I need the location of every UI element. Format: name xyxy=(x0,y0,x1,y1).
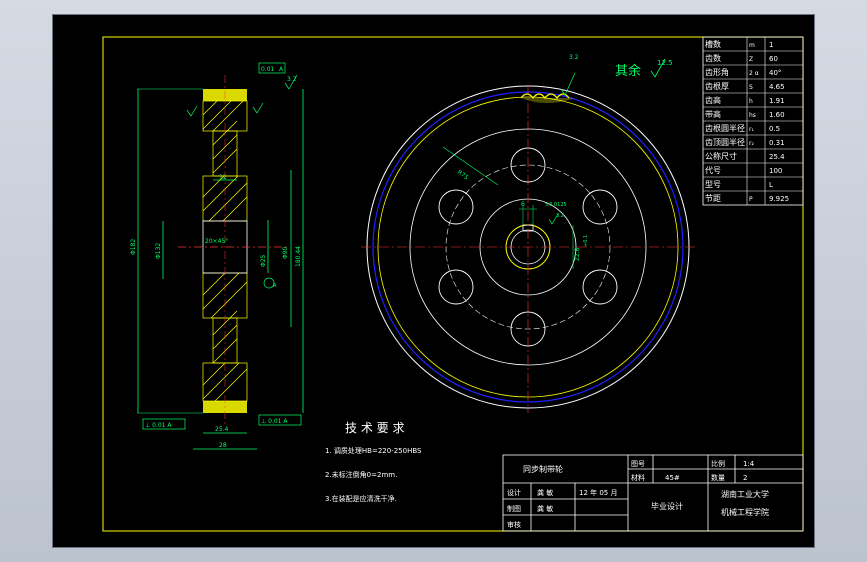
drawing-canvas[interactable]: 0.01 A 3.2 Φ182 Φ132 Φ90 180.44 Φ25 A 12… xyxy=(52,14,815,548)
keyway-tol: ±0.0125 xyxy=(545,202,567,208)
dim-hub-label: 25.4 xyxy=(215,426,229,433)
param-cell-val: 25.4 xyxy=(769,153,785,161)
label-design: 设计 xyxy=(507,488,521,497)
param-cell-val: 9.925 xyxy=(769,195,789,203)
param-cell-val: 1 xyxy=(769,41,773,49)
param-cell-sym: P xyxy=(749,196,753,203)
roughness-side: 3.2 xyxy=(287,76,297,83)
param-cell-val: 40° xyxy=(769,69,781,77)
param-cell-val: 1.91 xyxy=(769,97,785,105)
roughness-rest-label: 其余 xyxy=(615,63,641,79)
drawer: 龚 敏 xyxy=(537,504,553,513)
param-cell-name: 齿根圆半径 xyxy=(705,123,745,133)
param-cell-val: 0.31 xyxy=(769,139,785,147)
radius-label: R75 xyxy=(456,169,470,182)
label-material: 材料 xyxy=(631,473,645,482)
flatness-ref: A xyxy=(279,66,284,73)
side-section-view: 0.01 A 3.2 Φ182 Φ132 Φ90 180.44 Φ25 A 12… xyxy=(130,62,304,450)
param-cell-name: 齿形角 xyxy=(705,67,729,77)
project: 毕业设计 xyxy=(651,501,683,511)
keyway-width: 6 xyxy=(521,201,525,208)
flatness-tol: 0.01 xyxy=(261,66,275,73)
material: 45# xyxy=(665,474,680,482)
dim-182: Φ182 xyxy=(130,239,137,255)
param-cell-val: 1.60 xyxy=(769,111,785,119)
chamfer-label: 20×45° xyxy=(205,238,228,245)
param-cell-val: 100 xyxy=(769,167,782,175)
param-cell-name: 槽数 xyxy=(705,39,721,49)
dim-bore: Φ25 xyxy=(260,254,267,267)
param-cell-name: 齿数 xyxy=(705,53,721,63)
param-cell-sym: Z xyxy=(749,56,753,63)
tech-req-title: 技 术 要 求 xyxy=(345,421,404,435)
title-block-text: 同步制带轮 图号 材料 45# 比例 1:4 数量 2 设计 龚 敏 12 年 … xyxy=(507,459,769,529)
dim-180: 180.44 xyxy=(295,246,302,267)
param-cell-sym: hs xyxy=(749,112,756,119)
roughness-teeth: 3.2 xyxy=(569,54,579,61)
roughness-symbol-left xyxy=(186,105,198,117)
roughness-rest-value: 12.5 xyxy=(657,59,673,67)
param-cell-val: 60 xyxy=(769,55,778,63)
roughness-symbol-teeth xyxy=(560,72,576,96)
param-cell-sym: 2 α xyxy=(749,70,759,77)
param-cell-name: 齿根厚 xyxy=(705,81,729,91)
perp-tol-left: ⊥ 0.01 A xyxy=(145,422,172,429)
keyway-depth: 22.8 xyxy=(574,247,581,261)
drawing-svg: 0.01 A 3.2 Φ182 Φ132 Φ90 180.44 Φ25 A 12… xyxy=(102,36,804,532)
dim-width-label: 28 xyxy=(219,442,227,449)
param-cell-val: 4.65 xyxy=(769,83,785,91)
param-cell-sym: r₁ xyxy=(749,126,754,133)
front-view: R75 6 ±0.0125 22.8 +0.1 3.2 3.2 xyxy=(361,54,695,413)
param-cell-val: 0.5 xyxy=(769,125,780,133)
tech-requirements: 技 术 要 求 1. 调质处理HB=220-250HBS 2.未标注倒角0=2m… xyxy=(325,421,422,503)
dept: 机械工程学院 xyxy=(721,507,769,517)
keyway-depth-tol: +0.1 xyxy=(583,235,589,247)
param-cell-sym: S xyxy=(749,84,753,91)
param-table: 槽数 m 1 齿数 Z 60 齿形角 2 α 40° 齿根厚 S 4.65 齿高 h 1.91 带高 hs 1.6… xyxy=(702,36,804,206)
roughness-symbol-side xyxy=(252,102,264,114)
param-cell-name: 公称尺寸 xyxy=(705,151,737,161)
label-qty: 数量 xyxy=(711,473,725,482)
label-review: 审核 xyxy=(507,520,521,529)
param-cell-name: 型号 xyxy=(705,180,721,189)
param-cell-sym: m xyxy=(749,42,755,49)
dim-90: Φ90 xyxy=(282,246,289,259)
roughness-bore: 3.2 xyxy=(556,213,564,219)
part-name: 同步制带轮 xyxy=(523,464,563,474)
dim-132: Φ132 xyxy=(155,243,162,259)
school: 湖南工业大学 xyxy=(721,489,769,499)
tech-req-item-2: 2.未标注倒角0=2mm. xyxy=(325,470,397,479)
tech-req-item-3: 3.在装配是应清洗干净. xyxy=(325,494,397,503)
datum-a-label: A xyxy=(273,283,277,289)
param-cell-name: 齿顶圆半径 xyxy=(705,137,745,147)
label-draw: 制图 xyxy=(507,504,521,513)
param-cell-name: 节距 xyxy=(705,194,721,203)
param-cell-val: L xyxy=(769,181,773,189)
dim-web-label: 12 xyxy=(219,174,227,181)
tech-req-item-1: 1. 调质处理HB=220-250HBS xyxy=(325,446,422,455)
scale: 1:4 xyxy=(743,460,755,468)
radius-leader xyxy=(442,146,499,186)
qty: 2 xyxy=(743,474,747,482)
date: 12 年 05 月 xyxy=(579,488,618,497)
param-cell-name: 代号 xyxy=(705,165,721,175)
label-scale: 比例 xyxy=(711,459,725,468)
designer: 龚 敏 xyxy=(537,488,553,497)
param-cell-sym: h xyxy=(749,98,753,105)
param-cell-name: 带高 xyxy=(705,109,721,119)
param-cell-sym: r₂ xyxy=(749,140,754,147)
param-cell-name: 齿高 xyxy=(705,95,721,105)
perp-tol-right: ⊥ 0.01 A xyxy=(261,418,288,425)
label-drawing-no: 图号 xyxy=(631,460,645,468)
